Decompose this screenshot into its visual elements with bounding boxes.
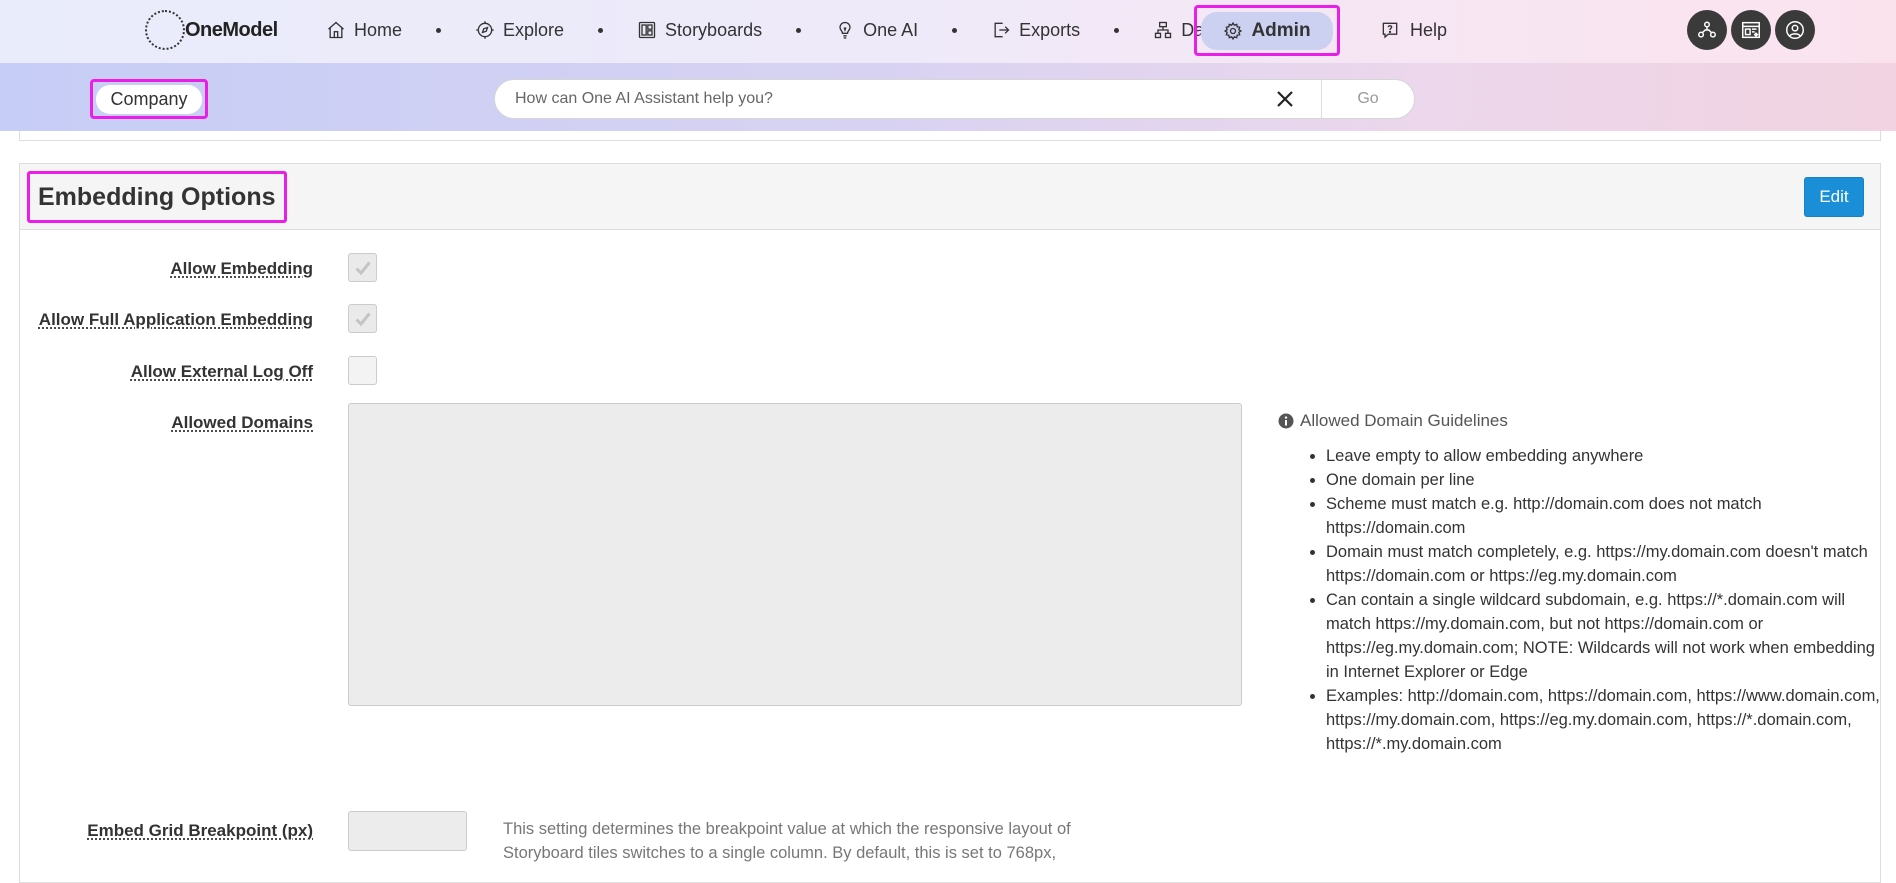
nav-admin[interactable]: Admin bbox=[1194, 5, 1340, 56]
logo-text: OneModel bbox=[185, 18, 278, 41]
ai-assistant-search: Go bbox=[494, 79, 1415, 119]
ai-search-input[interactable] bbox=[495, 80, 1267, 118]
main-nav: Home Explore Storyboards One AI Exports … bbox=[320, 0, 1225, 60]
home-icon bbox=[328, 21, 344, 39]
nav-separator bbox=[952, 27, 958, 33]
guideline-item: Can contain a single wildcard subdomain,… bbox=[1326, 588, 1886, 684]
nav-separator bbox=[598, 27, 604, 33]
nav-admin-label: Admin bbox=[1251, 19, 1311, 41]
nav-separator bbox=[436, 27, 442, 33]
context-bar: Company Go bbox=[0, 63, 1896, 131]
panel-title-highlight: Embedding Options bbox=[27, 171, 287, 223]
allow-embedding-label: Allow Embedding bbox=[170, 259, 313, 278]
domain-guidelines-list: Leave empty to allow embedding anywhere … bbox=[1326, 444, 1886, 756]
org-button[interactable] bbox=[1687, 10, 1727, 50]
allowed-domains-label: Allowed Domains bbox=[171, 413, 313, 432]
dashboard-button[interactable] bbox=[1731, 10, 1771, 50]
nav-home[interactable]: Home bbox=[320, 10, 408, 50]
embedding-options-panel: Embedding Options Edit Allow Embedding A… bbox=[19, 163, 1881, 883]
dashboard-icon bbox=[1742, 21, 1760, 39]
clear-search-button[interactable] bbox=[1267, 81, 1303, 117]
storyboard-icon bbox=[638, 21, 656, 39]
lightbulb-icon bbox=[839, 21, 851, 39]
nav-storyboards[interactable]: Storyboards bbox=[631, 10, 768, 50]
export-icon bbox=[994, 22, 1010, 38]
close-icon bbox=[1277, 91, 1293, 107]
top-navbar: OneModel Home Explore Storyboards One AI… bbox=[0, 0, 1896, 63]
checkmark-icon bbox=[354, 312, 371, 326]
user-icon bbox=[1786, 21, 1804, 39]
allow-full-app-embedding-label: Allow Full Application Embedding bbox=[38, 310, 313, 329]
help-icon bbox=[1382, 22, 1398, 39]
allow-embedding-checkbox[interactable] bbox=[348, 253, 377, 282]
checkmark-icon bbox=[354, 261, 371, 275]
panel-header: Embedding Options Edit bbox=[20, 164, 1880, 230]
nav-separator bbox=[1114, 27, 1120, 33]
previous-panel-edge bbox=[19, 131, 1881, 141]
nav-exports-label: Exports bbox=[1019, 19, 1081, 40]
domain-guidelines-title-text: Allowed Domain Guidelines bbox=[1300, 411, 1508, 430]
nav-admin-pill: Admin bbox=[1201, 11, 1333, 50]
go-button[interactable]: Go bbox=[1321, 80, 1414, 118]
edit-button[interactable]: Edit bbox=[1804, 177, 1864, 217]
nav-exports[interactable]: Exports bbox=[985, 10, 1086, 50]
nav-explore[interactable]: Explore bbox=[469, 10, 570, 50]
guideline-item: Leave empty to allow embedding anywhere bbox=[1326, 444, 1886, 468]
breakpoint-description: This setting determines the breakpoint v… bbox=[503, 820, 1071, 862]
allowed-domains-textarea[interactable] bbox=[348, 403, 1242, 706]
guideline-item: Examples: http://domain.com, https://dom… bbox=[1326, 684, 1886, 756]
data-icon bbox=[1155, 21, 1172, 39]
domain-guidelines-title: Allowed Domain Guidelines bbox=[1278, 411, 1508, 431]
nav-help[interactable]: Help bbox=[1380, 10, 1447, 50]
panel-title: Embedding Options bbox=[38, 182, 276, 211]
guideline-item: Scheme must match e.g. http://domain.com… bbox=[1326, 492, 1886, 540]
user-tools bbox=[1687, 10, 1815, 50]
gear-icon bbox=[1224, 21, 1243, 40]
info-icon bbox=[1278, 413, 1294, 429]
nav-separator bbox=[796, 27, 802, 33]
allow-full-app-embedding-checkbox[interactable] bbox=[348, 304, 377, 333]
nav-storyboards-label: Storyboards bbox=[665, 19, 763, 40]
company-button[interactable]: Company bbox=[90, 79, 208, 119]
nav-explore-label: Explore bbox=[503, 19, 565, 40]
nav-help-label: Help bbox=[1410, 19, 1448, 40]
compass-icon bbox=[476, 21, 494, 39]
guideline-item: One domain per line bbox=[1326, 468, 1886, 492]
nav-home-label: Home bbox=[354, 19, 403, 40]
company-label: Company bbox=[96, 84, 202, 114]
allow-external-logoff-checkbox[interactable] bbox=[348, 356, 377, 385]
embed-grid-breakpoint-label: Embed Grid Breakpoint (px) bbox=[87, 821, 313, 840]
allow-external-logoff-label: Allow External Log Off bbox=[130, 362, 313, 381]
guideline-item: Domain must match completely, e.g. https… bbox=[1326, 540, 1886, 588]
embed-grid-breakpoint-input[interactable] bbox=[348, 811, 467, 851]
org-icon bbox=[1698, 21, 1716, 38]
user-profile-button[interactable] bbox=[1775, 10, 1815, 50]
onemodel-logo[interactable]: OneModel bbox=[145, 10, 278, 50]
nav-one-ai-label: One AI bbox=[863, 19, 919, 40]
nav-one-ai[interactable]: One AI bbox=[829, 10, 924, 50]
